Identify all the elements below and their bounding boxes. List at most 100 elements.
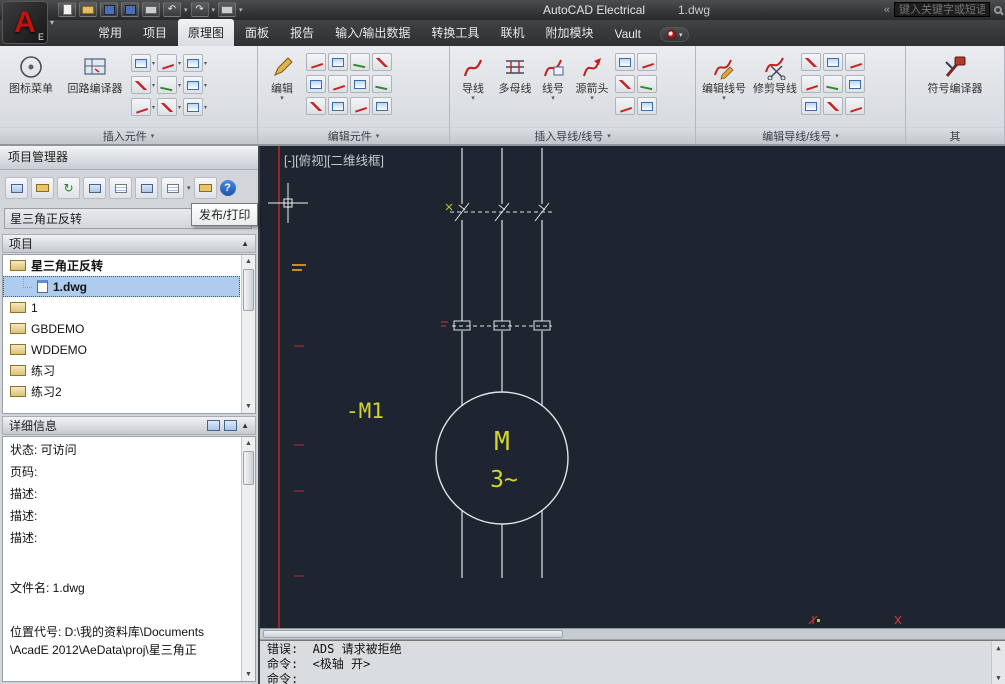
chevron-down-icon[interactable]: ▾ xyxy=(152,82,155,89)
ribbon-small-icon[interactable] xyxy=(372,75,392,93)
tab-add-ins[interactable]: 附加模块 xyxy=(535,19,603,46)
collapse-icon[interactable]: ▲ xyxy=(241,421,249,430)
panel-label-other-tools[interactable]: 其 xyxy=(906,127,1004,144)
plot-icon[interactable] xyxy=(142,2,160,17)
new-document-icon[interactable] xyxy=(58,2,76,17)
ribbon-small-icon[interactable] xyxy=(157,76,177,94)
scroll-down-icon[interactable]: ▼ xyxy=(992,671,1005,684)
ribbon-small-icon[interactable] xyxy=(801,75,821,93)
tab-schematic[interactable]: 原理图 xyxy=(178,19,234,46)
multiple-bus-button[interactable]: 多母线 xyxy=(496,50,534,95)
tree-scrollbar[interactable]: ▲ ▼ xyxy=(241,255,255,413)
tab-reports[interactable]: 报告 xyxy=(280,19,324,46)
scrollbar-thumb[interactable] xyxy=(263,630,563,638)
panel-label-edit-wires[interactable]: 编辑导线/线号 ▾ xyxy=(696,127,905,144)
chevron-down-icon[interactable]: ▾ xyxy=(152,104,155,111)
utilities-icon[interactable] xyxy=(194,177,217,199)
icon-menu-button[interactable]: 图标菜单 xyxy=(3,50,59,95)
ribbon-small-icon[interactable] xyxy=(845,97,865,115)
ribbon-small-icon[interactable] xyxy=(637,53,657,71)
ribbon-small-icon[interactable] xyxy=(350,75,370,93)
collapse-icon[interactable]: ▲ xyxy=(241,239,249,248)
save-icon[interactable] xyxy=(100,2,118,17)
ribbon-small-icon[interactable] xyxy=(823,75,843,93)
ribbon-small-icon[interactable] xyxy=(372,53,392,71)
ribbon-small-icon[interactable] xyxy=(157,98,177,116)
edit-wire-number-caret[interactable]: ▾ xyxy=(722,95,726,102)
drawing-area[interactable]: M 3~ -M1 [-][俯视][二维线框] xyxy=(260,146,1005,628)
ribbon-options-button[interactable]: ▾ xyxy=(660,27,690,42)
infocenter-collapse-icon[interactable]: « xyxy=(884,4,890,16)
chevron-down-icon[interactable]: ▾ xyxy=(178,60,181,67)
tree-item-project[interactable]: 星三角正反转 xyxy=(3,255,240,276)
ribbon-small-icon[interactable] xyxy=(328,53,348,71)
ribbon-small-icon[interactable] xyxy=(845,75,865,93)
application-menu-button[interactable]: A E xyxy=(2,1,48,44)
ribbon-small-icon[interactable] xyxy=(615,97,635,115)
qat-more-caret[interactable]: ▾ xyxy=(239,6,243,14)
open-icon[interactable] xyxy=(79,2,97,17)
edit-wire-number-button[interactable]: 编辑线号 ▾ xyxy=(699,50,749,102)
ribbon-small-icon[interactable] xyxy=(328,97,348,115)
ribbon-small-icon[interactable] xyxy=(183,98,203,116)
tree-item-project[interactable]: 练习 xyxy=(3,360,240,381)
details-view-icon[interactable] xyxy=(207,420,220,431)
scrollbar-thumb[interactable] xyxy=(243,451,254,485)
tree-item-project[interactable]: GBDEMO xyxy=(3,318,240,339)
source-arrow-split-caret[interactable]: ▾ xyxy=(590,95,594,102)
workspace-icon[interactable] xyxy=(218,2,236,17)
tree-item-project[interactable]: WDDEMO xyxy=(3,339,240,360)
ribbon-small-icon[interactable] xyxy=(845,53,865,71)
ribbon-small-icon[interactable] xyxy=(615,75,635,93)
tab-panel[interactable]: 面板 xyxy=(235,19,279,46)
symbol-builder-button[interactable]: 符号编译器 xyxy=(920,50,990,95)
trim-wire-button[interactable]: 修剪导线 xyxy=(752,50,798,95)
search-input[interactable] xyxy=(894,2,990,17)
ribbon-small-icon[interactable] xyxy=(823,53,843,71)
ribbon-small-icon[interactable] xyxy=(350,97,370,115)
tree-item-project[interactable]: 练习2 xyxy=(3,381,240,402)
tree-item-drawing[interactable]: 1.dwg xyxy=(3,276,240,297)
scroll-down-icon[interactable]: ▼ xyxy=(242,668,255,681)
ribbon-small-icon[interactable] xyxy=(328,75,348,93)
command-line-window[interactable]: 错误: ADS 请求被拒绝 命令: <极轴 开> 命令: ▲ ▼ xyxy=(260,640,1005,684)
circuit-builder-button[interactable]: 回路编译器 xyxy=(62,50,128,95)
application-menu-caret[interactable]: ▾ xyxy=(50,18,54,27)
wire-number-button[interactable]: 线号 ▾ xyxy=(537,50,569,102)
tab-project[interactable]: 项目 xyxy=(133,19,177,46)
chevron-down-icon[interactable]: ▾ xyxy=(178,82,181,89)
tree-item-project[interactable]: 1 xyxy=(3,297,240,318)
details-section-header[interactable]: 详细信息 ▲ xyxy=(2,416,256,435)
ribbon-small-icon[interactable] xyxy=(183,76,203,94)
ribbon-small-icon[interactable] xyxy=(801,53,821,71)
refresh-icon[interactable]: ↻ xyxy=(57,177,80,199)
panel-label-insert-components[interactable]: 插入元件 ▾ xyxy=(0,127,257,144)
redo-icon[interactable]: ↷ xyxy=(191,2,209,17)
new-drawing-icon[interactable] xyxy=(83,177,106,199)
ribbon-small-icon[interactable] xyxy=(306,53,326,71)
scroll-up-icon[interactable]: ▲ xyxy=(992,641,1005,654)
undo-icon[interactable]: ↶ xyxy=(163,2,181,17)
wire-split-caret[interactable]: ▾ xyxy=(471,95,475,102)
open-project-icon[interactable] xyxy=(31,177,54,199)
tab-online[interactable]: 联机 xyxy=(490,19,534,46)
chevron-down-icon[interactable]: ▾ xyxy=(204,104,207,111)
tab-conversion-tools[interactable]: 转换工具 xyxy=(421,19,489,46)
ribbon-small-icon[interactable] xyxy=(350,53,370,71)
search-icon[interactable] xyxy=(994,6,1002,14)
publish-print-icon[interactable] xyxy=(161,177,184,199)
scrollbar-thumb[interactable] xyxy=(243,269,254,311)
toolbar-caret[interactable]: ▾ xyxy=(187,184,191,192)
wire-button[interactable]: 导线 ▾ xyxy=(453,50,493,102)
viewport-controls[interactable]: [-][俯视][二维线框] xyxy=(284,153,384,168)
wire-number-split-caret[interactable]: ▾ xyxy=(551,95,555,102)
tab-import-export-data[interactable]: 输入/输出数据 xyxy=(325,19,420,46)
ribbon-small-icon[interactable] xyxy=(372,97,392,115)
panel-label-edit-components[interactable]: 编辑元件 ▾ xyxy=(258,127,449,144)
undo-caret[interactable]: ▾ xyxy=(184,6,188,14)
ribbon-small-icon[interactable] xyxy=(131,54,151,72)
ribbon-small-icon[interactable] xyxy=(157,54,177,72)
tab-home[interactable]: 常用 xyxy=(88,19,132,46)
command-scrollbar[interactable]: ▲ ▼ xyxy=(991,641,1005,684)
chevron-down-icon[interactable]: ▾ xyxy=(152,60,155,67)
